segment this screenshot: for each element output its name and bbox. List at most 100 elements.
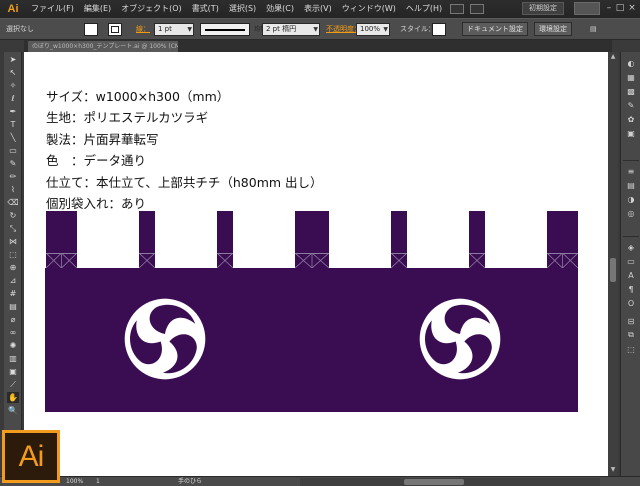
width-tool-icon[interactable]: ⋈: [7, 236, 19, 247]
gradient-panel-icon[interactable]: ▤: [625, 180, 637, 190]
loop-fold-mark: [46, 253, 77, 268]
workspace-switcher[interactable]: 初期設定: [522, 2, 564, 15]
swatches-panel-icon[interactable]: ▩: [625, 86, 637, 96]
selection-tool-icon[interactable]: ➤: [7, 54, 19, 65]
menu-window[interactable]: ウィンドウ(W): [337, 0, 401, 18]
pencil-tool-icon[interactable]: ✏: [7, 171, 19, 182]
zoom-level[interactable]: 100%: [66, 477, 83, 486]
document-setup-button[interactable]: ドキュメント設定: [462, 22, 528, 36]
artboards-panel-icon[interactable]: ▭: [625, 256, 637, 266]
layers-panel-icon[interactable]: ◈: [625, 242, 637, 252]
horizontal-scroll-thumb[interactable]: [404, 479, 464, 485]
free-transform-tool-icon[interactable]: ⬚: [7, 249, 19, 260]
loop-fold-mark: [139, 253, 155, 268]
paintbrush-tool-icon[interactable]: ✎: [7, 158, 19, 169]
menu-view[interactable]: 表示(V): [299, 0, 337, 18]
menu-help[interactable]: ヘルプ(H): [401, 0, 447, 18]
align-panel-icon[interactable]: ⊟: [625, 316, 637, 326]
rectangle-tool-icon[interactable]: ▭: [7, 145, 19, 156]
arrange-documents-icon[interactable]: [470, 4, 485, 14]
pathfinder-panel-icon[interactable]: ⧉: [625, 330, 637, 340]
preferences-button[interactable]: 環境設定: [534, 22, 572, 36]
hanging-loop[interactable]: [46, 211, 77, 268]
mitsudomoe-crest-icon[interactable]: [418, 297, 502, 381]
stroke-panel-icon[interactable]: ≡: [625, 166, 637, 176]
eraser-tool-icon[interactable]: ⌫: [7, 197, 19, 208]
appearance-panel-icon[interactable]: ◎: [625, 208, 637, 218]
transform-panel-icon[interactable]: ⬚: [625, 344, 637, 354]
rotate-tool-icon[interactable]: ↻: [7, 210, 19, 221]
artboard-tool-icon[interactable]: ▣: [7, 366, 19, 377]
perspective-grid-tool-icon[interactable]: ⊿: [7, 275, 19, 286]
hanging-loop[interactable]: [217, 211, 233, 268]
scroll-up-icon[interactable]: ▲: [609, 53, 617, 61]
variable-width-profile[interactable]: [200, 23, 250, 36]
direct-selection-tool-icon[interactable]: ↖: [7, 67, 19, 78]
document-tab-bar: のぼり_w1000×h300_テンプレート.ai @ 100% (CMYK/プレ…: [24, 40, 612, 52]
blend-tool-icon[interactable]: ∞: [7, 327, 19, 338]
pen-tool-icon[interactable]: ✒: [7, 106, 19, 117]
eyedropper-tool-icon[interactable]: ⌀: [7, 314, 19, 325]
type-tool-icon[interactable]: T: [7, 119, 19, 130]
current-tool-status: 手のひら: [178, 478, 203, 485]
minimize-icon[interactable]: –: [604, 2, 614, 14]
bridge-icon[interactable]: [450, 4, 465, 14]
symbols-panel-icon[interactable]: ✿: [625, 114, 637, 124]
hanging-loop[interactable]: [295, 211, 329, 268]
symbol-sprayer-tool-icon[interactable]: ✺: [7, 340, 19, 351]
menu-effect[interactable]: 効果(C): [261, 0, 299, 18]
brush-dropdown[interactable]: 2 pt 楕円 ▼: [262, 23, 320, 36]
scroll-down-icon[interactable]: ▼: [609, 466, 617, 474]
hand-tool-icon[interactable]: ✋: [7, 392, 19, 403]
document-tab[interactable]: のぼり_w1000×h300_テンプレート.ai @ 100% (CMYK/プレ…: [28, 41, 178, 52]
graphic-styles-panel-icon[interactable]: ▣: [625, 128, 637, 138]
vertical-scroll-thumb[interactable]: [610, 258, 616, 282]
slice-tool-icon[interactable]: ⟋: [7, 379, 19, 390]
opacity-field[interactable]: 100% ▼: [356, 23, 390, 36]
gradient-tool-icon[interactable]: ▤: [7, 301, 19, 312]
line-tool-icon[interactable]: ╲: [7, 132, 19, 143]
help-search-input[interactable]: [574, 2, 600, 15]
fill-swatch[interactable]: [84, 23, 98, 36]
brush-value: 2 pt 楕円: [266, 25, 297, 33]
opacity-value: 100%: [360, 25, 381, 33]
menu-select[interactable]: 選択(S): [224, 0, 261, 18]
blob-brush-tool-icon[interactable]: ⌇: [7, 184, 19, 195]
opentype-panel-icon[interactable]: O: [625, 298, 637, 308]
artboard-number[interactable]: 1: [96, 477, 100, 486]
mesh-tool-icon[interactable]: #: [7, 288, 19, 299]
hanging-loop[interactable]: [547, 211, 578, 268]
color-panel-icon[interactable]: ◐: [625, 58, 637, 68]
column-graph-tool-icon[interactable]: ▥: [7, 353, 19, 364]
vertical-scrollbar[interactable]: ▲ ▼: [608, 52, 618, 476]
spec-packaging: 個別袋入れ：あり: [46, 196, 147, 211]
character-panel-icon[interactable]: A: [625, 270, 637, 280]
stroke-swatch[interactable]: [108, 23, 122, 36]
horizontal-scrollbar[interactable]: [300, 478, 600, 486]
color-guide-icon[interactable]: ▦: [625, 72, 637, 82]
shape-builder-tool-icon[interactable]: ⊕: [7, 262, 19, 273]
hanging-loop[interactable]: [391, 211, 407, 268]
menu-object[interactable]: オブジェクト(O): [116, 0, 187, 18]
tools-panel: ➤ ↖ ✧ ℓ ✒ T ╲ ▭ ✎ ✏ ⌇ ⌫ ↻ ⤡ ⋈ ⬚ ⊕ ⊿ # ▤ …: [4, 52, 22, 432]
hanging-loop[interactable]: [469, 211, 485, 268]
panel-menu-icon[interactable]: ▤: [590, 23, 597, 36]
hanging-loop[interactable]: [139, 211, 155, 268]
menu-file[interactable]: ファイル(F): [26, 0, 79, 18]
menu-type[interactable]: 書式(T): [187, 0, 224, 18]
maximize-icon[interactable]: □: [615, 2, 625, 14]
paragraph-panel-icon[interactable]: ¶: [625, 284, 637, 294]
style-label: スタイル：: [400, 25, 435, 33]
magic-wand-tool-icon[interactable]: ✧: [7, 80, 19, 91]
zoom-tool-icon[interactable]: 🔍: [7, 405, 19, 416]
stroke-label[interactable]: 線：: [136, 23, 150, 36]
brushes-panel-icon[interactable]: ✎: [625, 100, 637, 110]
scale-tool-icon[interactable]: ⤡: [7, 223, 19, 234]
graphic-style-swatch[interactable]: [432, 23, 446, 36]
menu-edit[interactable]: 編集(E): [79, 0, 116, 18]
lasso-tool-icon[interactable]: ℓ: [7, 93, 19, 104]
close-icon[interactable]: ×: [627, 2, 637, 14]
stroke-weight-dropdown[interactable]: 1 pt ▼: [154, 23, 194, 36]
transparency-panel-icon[interactable]: ◑: [625, 194, 637, 204]
mitsudomoe-crest-icon[interactable]: [123, 297, 207, 381]
